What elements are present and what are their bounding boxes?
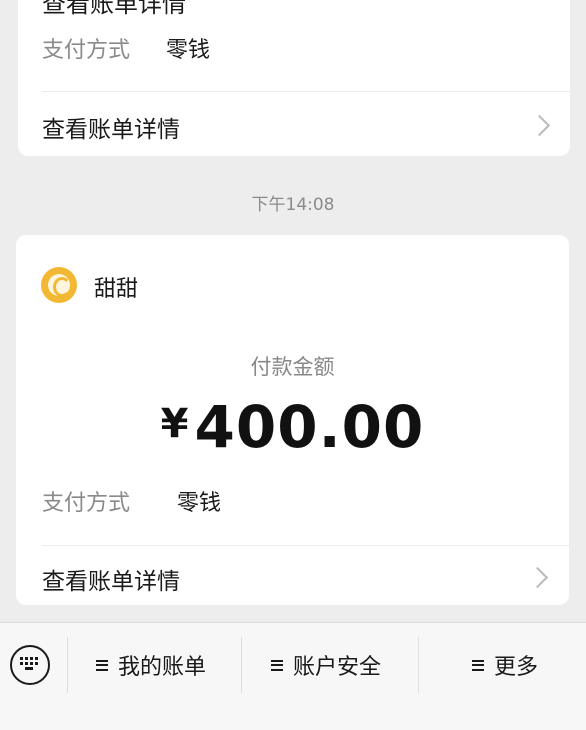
previous-transaction-card: 查看账单详情 支付方式 零钱 查看账单详情	[18, 0, 570, 156]
payment-amount: ¥400.00	[16, 393, 569, 461]
payment-method-value: 零钱	[166, 38, 211, 63]
payment-method-value: 零钱	[177, 491, 222, 516]
message-timestamp: 下午14:08	[251, 195, 335, 215]
amount-label: 付款金额	[250, 355, 335, 379]
bottom-menu-bar: 我的账单 账户安全 更多	[0, 622, 586, 708]
amount-value: 400.00	[194, 393, 425, 461]
menu-my-bills[interactable]: 我的账单	[96, 649, 206, 681]
menu-divider	[418, 637, 419, 693]
chevron-right-icon[interactable]	[528, 114, 551, 137]
keyboard-icon[interactable]	[10, 645, 50, 685]
bottom-safe-area	[0, 707, 586, 730]
payment-method-label: 支付方式	[42, 38, 131, 63]
menu-list-icon	[271, 659, 283, 671]
card-divider	[42, 91, 570, 92]
menu-item-label: 我的账单	[118, 655, 207, 680]
sender-name: 甜甜	[94, 277, 139, 302]
currency-symbol: ¥	[160, 401, 189, 447]
menu-account-security[interactable]: 账户安全	[271, 649, 381, 681]
previous-card-title: 查看账单详情	[42, 0, 186, 18]
payment-card[interactable]: 甜甜 付款金额 ¥400.00 支付方式 零钱 查看账单详情	[16, 235, 569, 605]
menu-more[interactable]: 更多	[472, 649, 538, 681]
payment-method-label: 支付方式	[42, 491, 131, 516]
chevron-right-icon[interactable]	[526, 566, 549, 589]
card-divider	[42, 545, 569, 546]
menu-list-icon	[96, 659, 108, 671]
menu-item-label: 更多	[494, 655, 539, 680]
merchant-avatar	[41, 267, 77, 303]
menu-item-label: 账户安全	[293, 655, 382, 680]
menu-divider	[67, 637, 68, 693]
menu-list-icon	[472, 659, 484, 671]
avatar-icon	[48, 274, 71, 297]
menu-divider	[241, 637, 242, 693]
view-bill-detail-link[interactable]: 查看账单详情	[42, 110, 180, 144]
view-bill-detail-link[interactable]: 查看账单详情	[42, 562, 180, 596]
